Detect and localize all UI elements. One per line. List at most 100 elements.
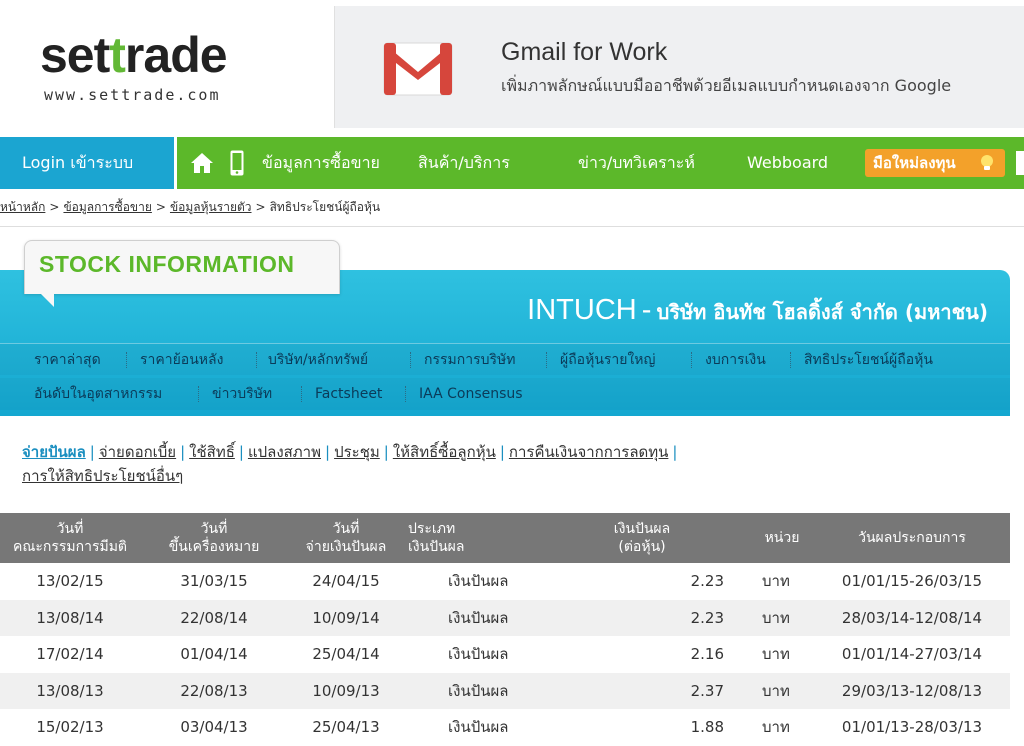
cell-board-date: 15/02/13 — [0, 709, 140, 746]
tab-capital-reduction-refund[interactable]: การคืนเงินจากการลดทุน — [509, 443, 669, 461]
menu-shareholder-benefits[interactable]: สิทธิประโยชน์ผู้ถือหุ้น — [804, 344, 933, 376]
mobile-phone-icon[interactable] — [230, 150, 244, 176]
navbar-edge — [1016, 151, 1024, 175]
tab-rights[interactable]: ใช้สิทธิ์ — [189, 443, 235, 461]
logo-wordmark: settrade — [40, 27, 228, 83]
site-header: settrade www.settrade.com Gmail for Work… — [0, 0, 1024, 135]
new-investor-button[interactable]: มือใหม่ลงทุน — [865, 149, 1005, 177]
logo-url: www.settrade.com — [44, 86, 221, 104]
breadcrumb: หน้าหลัก > ข้อมูลการซื้อขาย > ข้อมูลหุ้นรายต… — [0, 200, 381, 214]
col-operating-period: วันผลประกอบการ — [814, 513, 1010, 563]
benefit-type-tabs: จ่ายปันผล | จ่ายดอกเบี้ย | ใช้สิทธิ์ | แปลงสภา… — [22, 443, 678, 485]
cell-dividend-amount: 2.23 — [534, 599, 750, 636]
tab-other-benefits[interactable]: การให้สิทธิประโยชน์อื่นๆ — [22, 467, 183, 485]
cell-payment-date: 25/04/13 — [288, 709, 404, 746]
tab-dividend[interactable]: จ่ายปันผล — [22, 443, 86, 461]
settrade-logo[interactable]: settrade www.settrade.com — [0, 0, 334, 135]
nav-webboard[interactable]: Webboard — [747, 137, 828, 189]
login-button[interactable]: Login เข้าระบบ — [0, 137, 174, 189]
menu-company-securities[interactable]: บริษัท/หลักทรัพย์ — [268, 344, 368, 376]
cell-board-date: 13/08/13 — [0, 672, 140, 709]
cell-xd-date: 22/08/14 — [140, 599, 288, 636]
cell-unit: บาท — [750, 599, 814, 636]
col-dividend-per-share: เงินปันผล (ต่อหุ้น) — [534, 513, 750, 563]
cell-dividend-type: เงินปันผล — [404, 599, 534, 636]
cell-dividend-amount: 2.23 — [534, 563, 750, 600]
cell-xd-date: 01/04/14 — [140, 636, 288, 673]
menu-company-news[interactable]: ข่าวบริษัท — [212, 378, 272, 410]
company-name: บริษัท อินทัช โฮลดิ้งส์ จำกัด (มหาชน) — [656, 300, 988, 324]
col-xd-date: วันที่ ขึ้นเครื่องหมาย — [140, 513, 288, 563]
breadcrumb-stock-info[interactable]: ข้อมูลหุ้นรายตัว — [170, 200, 252, 214]
col-payment-date: วันที่ จ่ายเงินปันผล — [288, 513, 404, 563]
cell-dividend-amount: 1.88 — [534, 709, 750, 746]
menu-major-shareholders[interactable]: ผู้ถือหุ้นรายใหญ่ — [560, 344, 655, 376]
table-row: 13/08/14 22/08/14 10/09/14 เงินปันผล 2.2… — [0, 599, 1010, 636]
menu-financials[interactable]: งบการเงิน — [705, 344, 766, 376]
stock-information-title: STOCK INFORMATION — [39, 251, 295, 277]
cell-operating-period: 01/01/14-27/03/14 — [814, 636, 1010, 673]
cell-board-date: 13/08/14 — [0, 599, 140, 636]
stock-menu-row-2: อันดับในอุตสาหกรรม ข่าวบริษัท Factsheet … — [0, 378, 1010, 410]
table-row: 17/02/14 01/04/14 25/04/14 เงินปันผล 2.1… — [0, 636, 1010, 673]
cell-unit: บาท — [750, 672, 814, 709]
cell-operating-period: 01/01/13-28/03/13 — [814, 709, 1010, 746]
breadcrumb-trading-info[interactable]: ข้อมูลการซื้อขาย — [63, 200, 151, 214]
ad-subtitle: เพิ่มภาพลักษณ์แบบมืออาชีพด้วยอีเมลแบบกำห… — [501, 76, 952, 95]
home-icon[interactable] — [190, 152, 214, 174]
table-row: 13/02/15 31/03/15 24/04/15 เงินปันผล 2.2… — [0, 563, 1010, 600]
tab-conversion[interactable]: แปลงสภาพ — [248, 443, 321, 461]
cell-unit: บาท — [750, 563, 814, 600]
nav-products-services[interactable]: สินค้า/บริการ — [418, 137, 510, 189]
cell-xd-date: 03/04/13 — [140, 709, 288, 746]
cell-dividend-type: เงินปันผล — [404, 709, 534, 746]
cell-operating-period: 01/01/15-26/03/15 — [814, 563, 1010, 600]
col-dividend-type: ประเภท เงินปันผล — [404, 513, 534, 563]
tab-meeting[interactable]: ประชุม — [334, 443, 380, 461]
cell-payment-date: 10/09/14 — [288, 599, 404, 636]
cell-dividend-type: เงินปันผล — [404, 672, 534, 709]
cell-dividend-type: เงินปันผล — [404, 563, 534, 600]
stock-tab-pointer — [40, 293, 54, 307]
cell-payment-date: 10/09/13 — [288, 672, 404, 709]
menu-iaa-consensus[interactable]: IAA Consensus — [419, 378, 523, 410]
cell-payment-date: 25/04/14 — [288, 636, 404, 673]
col-board-resolution-date: วันที่ คณะกรรมการมีมติ — [0, 513, 140, 563]
divider — [0, 226, 1024, 227]
breadcrumb-current: สิทธิประโยชน์ผู้ถือหุ้น — [269, 200, 381, 214]
menu-industry-ranking[interactable]: อันดับในอุตสาหกรรม — [34, 378, 162, 410]
breadcrumb-home[interactable]: หน้าหลัก — [0, 200, 45, 214]
cell-dividend-type: เงินปันผล — [404, 636, 534, 673]
lightbulb-icon — [981, 155, 993, 170]
nav-trading-info[interactable]: ข้อมูลการซื้อขาย — [262, 137, 380, 189]
gmail-ad-banner[interactable]: Gmail for Work เพิ่มภาพลักษณ์แบบมืออาชีพ… — [334, 6, 1024, 128]
cell-xd-date: 22/08/13 — [140, 672, 288, 709]
stock-information-tab: STOCK INFORMATION — [24, 240, 340, 294]
company-heading: INTUCH - บริษัท อินทัช โฮลดิ้งส์ จำกัด (… — [527, 294, 988, 326]
cell-payment-date: 24/04/15 — [288, 563, 404, 600]
tab-interest[interactable]: จ่ายดอกเบี้ย — [99, 443, 176, 461]
table-header-row: วันที่ คณะกรรมการมีมติ วันที่ ขึ้นเครื่องห… — [0, 513, 1010, 563]
table-row: 13/08/13 22/08/13 10/09/13 เงินปันผล 2.3… — [0, 672, 1010, 709]
new-investor-label: มือใหม่ลงทุน — [873, 154, 956, 172]
menu-latest-price[interactable]: ราคาล่าสุด — [34, 344, 101, 376]
table-row: 15/02/13 03/04/13 25/04/13 เงินปันผล 1.8… — [0, 709, 1010, 746]
nav-news-analysis[interactable]: ข่าว/บทวิเคราะห์ — [578, 137, 695, 189]
dividend-table: วันที่ คณะกรรมการมีมติ วันที่ ขึ้นเครื่องห… — [0, 513, 1010, 746]
cell-dividend-amount: 2.16 — [534, 636, 750, 673]
cell-unit: บาท — [750, 636, 814, 673]
cell-dividend-amount: 2.37 — [534, 672, 750, 709]
gmail-icon — [383, 42, 453, 96]
stock-menu-row-1: ราคาล่าสุด ราคาย้อนหลัง บริษัท/หลักทรัพย… — [0, 343, 1010, 375]
cell-unit: บาท — [750, 709, 814, 746]
menu-factsheet[interactable]: Factsheet — [315, 378, 382, 410]
col-unit: หน่วย — [750, 513, 814, 563]
cell-board-date: 13/02/15 — [0, 563, 140, 600]
menu-board-directors[interactable]: กรรมการบริษัท — [424, 344, 515, 376]
menu-historical-price[interactable]: ราคาย้อนหลัง — [140, 344, 223, 376]
tab-warrant-rights[interactable]: ให้สิทธิ์ซื้อลูกหุ้น — [393, 443, 496, 461]
cell-xd-date: 31/03/15 — [140, 563, 288, 600]
cell-board-date: 17/02/14 — [0, 636, 140, 673]
ad-title: Gmail for Work — [501, 38, 668, 66]
main-navbar: Login เข้าระบบ ข้อมูลการซื้อขาย สินค้า/บ… — [0, 137, 1024, 189]
